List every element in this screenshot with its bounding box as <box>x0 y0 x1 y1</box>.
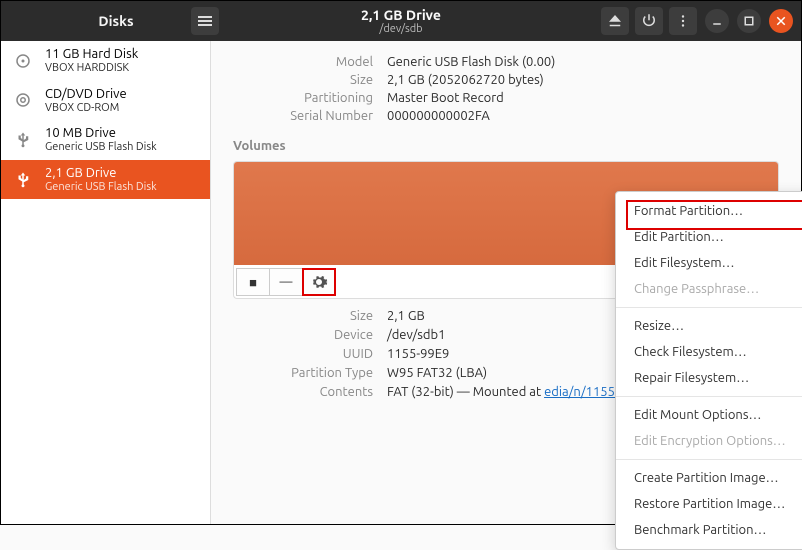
menu-item[interactable]: Check Filesystem… <box>616 339 802 365</box>
info-label: Partitioning <box>233 91 373 105</box>
sidebar-item-title: CD/DVD Drive <box>45 87 127 102</box>
sidebar-item[interactable]: 2,1 GB DriveGeneric USB Flash Disk <box>1 160 210 200</box>
menu-item: Edit Encryption Options… <box>616 428 802 454</box>
info-label: Device <box>233 328 373 342</box>
menu-item[interactable]: Create Partition Image… <box>616 465 802 491</box>
sidebar-item-title: 10 MB Drive <box>45 126 157 141</box>
eject-icon <box>606 12 624 30</box>
gear-icon <box>310 273 328 291</box>
info-label: Model <box>233 55 373 69</box>
menu-item: Change Passphrase… <box>616 276 802 302</box>
sidebar-item[interactable]: CD/DVD DriveVBOX CD-ROM <box>1 81 210 121</box>
volumes-header: Volumes <box>233 139 779 153</box>
sidebar-item-title: 2,1 GB Drive <box>45 166 157 181</box>
power-button[interactable] <box>635 7 663 35</box>
info-value: Generic USB Flash Disk (0.00) <box>387 55 779 69</box>
sidebar: 11 GB Hard DiskVBOX HARDDISKCD/DVD Drive… <box>1 41 211 524</box>
info-label: Size <box>233 73 373 87</box>
app-name: Disks <box>49 13 183 29</box>
sidebar-item-title: 11 GB Hard Disk <box>45 47 138 62</box>
menu-item[interactable]: Resize… <box>616 313 802 339</box>
info-label: Serial Number <box>233 109 373 123</box>
power-icon <box>640 12 658 30</box>
menu-item[interactable]: Format Partition… <box>616 198 802 224</box>
close-button[interactable] <box>769 9 793 33</box>
content: Model Generic USB Flash Disk (0.00) Size 2,… <box>211 41 801 524</box>
maximize-icon <box>740 12 758 30</box>
sidebar-item-sub: VBOX HARDDISK <box>45 62 138 75</box>
maximize-button[interactable] <box>737 9 761 33</box>
minimize-icon <box>708 12 726 30</box>
usb-icon <box>11 128 35 152</box>
info-label: UUID <box>233 347 373 361</box>
stop-button[interactable]: ■ <box>236 268 270 296</box>
sidebar-item-sub: Generic USB Flash Disk <box>45 141 157 154</box>
info-value: Master Boot Record <box>387 91 779 105</box>
menu-item[interactable]: Restore Partition Image… <box>616 491 802 517</box>
menu-separator <box>616 307 802 308</box>
sidebar-item-sub: Generic USB Flash Disk <box>45 181 157 194</box>
hdd-icon <box>11 49 35 73</box>
gear-button[interactable] <box>302 268 336 296</box>
volume-buttons: ■ — <box>236 268 335 296</box>
menu-item[interactable]: Benchmark Partition… <box>616 517 802 543</box>
menu-separator <box>616 459 802 460</box>
info-value: 000000000002FA <box>387 109 779 123</box>
hamburger-menu-button[interactable] <box>191 7 219 35</box>
titlebar: Disks 2,1 GB Drive /dev/sdb <box>1 1 801 41</box>
menu-item[interactable]: Repair Filesystem… <box>616 365 802 391</box>
sidebar-item-sub: VBOX CD-ROM <box>45 102 127 115</box>
volume-gear-menu: Format Partition…Edit Partition…Edit Fil… <box>615 191 802 550</box>
menu-item[interactable]: Edit Filesystem… <box>616 250 802 276</box>
minimize-button[interactable] <box>705 9 729 33</box>
info-label: Partition Type <box>233 366 373 380</box>
eject-button[interactable] <box>601 7 629 35</box>
kebab-icon <box>674 12 692 30</box>
sidebar-item[interactable]: 11 GB Hard DiskVBOX HARDDISK <box>1 41 210 81</box>
main: 11 GB Hard DiskVBOX HARDDISKCD/DVD Drive… <box>1 41 801 524</box>
titlebar-left: Disks <box>9 7 219 35</box>
titlebar-right <box>601 7 793 35</box>
info-label: Size <box>233 309 373 323</box>
sidebar-item[interactable]: 10 MB DriveGeneric USB Flash Disk <box>1 120 210 160</box>
drive-info: Model Generic USB Flash Disk (0.00) Size 2,… <box>233 55 779 123</box>
menu-separator <box>616 396 802 397</box>
menu-item[interactable]: Edit Partition… <box>616 224 802 250</box>
info-label: Contents <box>233 385 373 399</box>
drive-kebab-button[interactable] <box>669 7 697 35</box>
info-value: 2,1 GB (2052062720 bytes) <box>387 73 779 87</box>
menu-item[interactable]: Edit Mount Options… <box>616 402 802 428</box>
cd-icon <box>11 88 35 112</box>
remove-button[interactable]: — <box>269 268 303 296</box>
close-icon <box>772 12 790 30</box>
usb-icon <box>11 168 35 192</box>
